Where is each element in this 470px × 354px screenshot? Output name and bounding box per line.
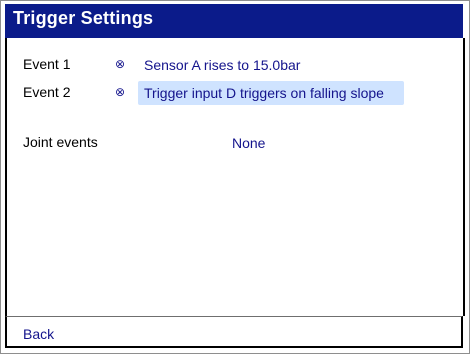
event-row-2[interactable]: Event 2 ⊗ Trigger input D triggers on fa… <box>7 81 463 105</box>
event-row-1[interactable]: Event 1 ⊗ Sensor A rises to 15.0bar <box>7 53 463 77</box>
title-bar: Trigger Settings <box>5 4 463 38</box>
joint-events-row[interactable]: Joint events None <box>7 131 463 155</box>
back-button[interactable]: Back <box>23 326 54 342</box>
event-value-selected[interactable]: Trigger input D triggers on falling slop… <box>138 81 404 105</box>
footer-bar: Back <box>5 316 463 348</box>
content-area: Event 1 ⊗ Sensor A rises to 15.0bar Even… <box>5 38 465 316</box>
crossed-circle-icon: ⊗ <box>114 85 126 99</box>
joint-events-value[interactable]: None <box>232 131 273 155</box>
page-title: Trigger Settings <box>13 8 154 28</box>
joint-events-label: Joint events <box>23 134 98 150</box>
crossed-circle-icon: ⊗ <box>114 57 126 71</box>
event-value[interactable]: Sensor A rises to 15.0bar <box>138 53 308 77</box>
event-label: Event 1 <box>23 56 71 72</box>
event-label: Event 2 <box>23 84 71 100</box>
settings-window: Trigger Settings Event 1 ⊗ Sensor A rise… <box>0 0 470 354</box>
